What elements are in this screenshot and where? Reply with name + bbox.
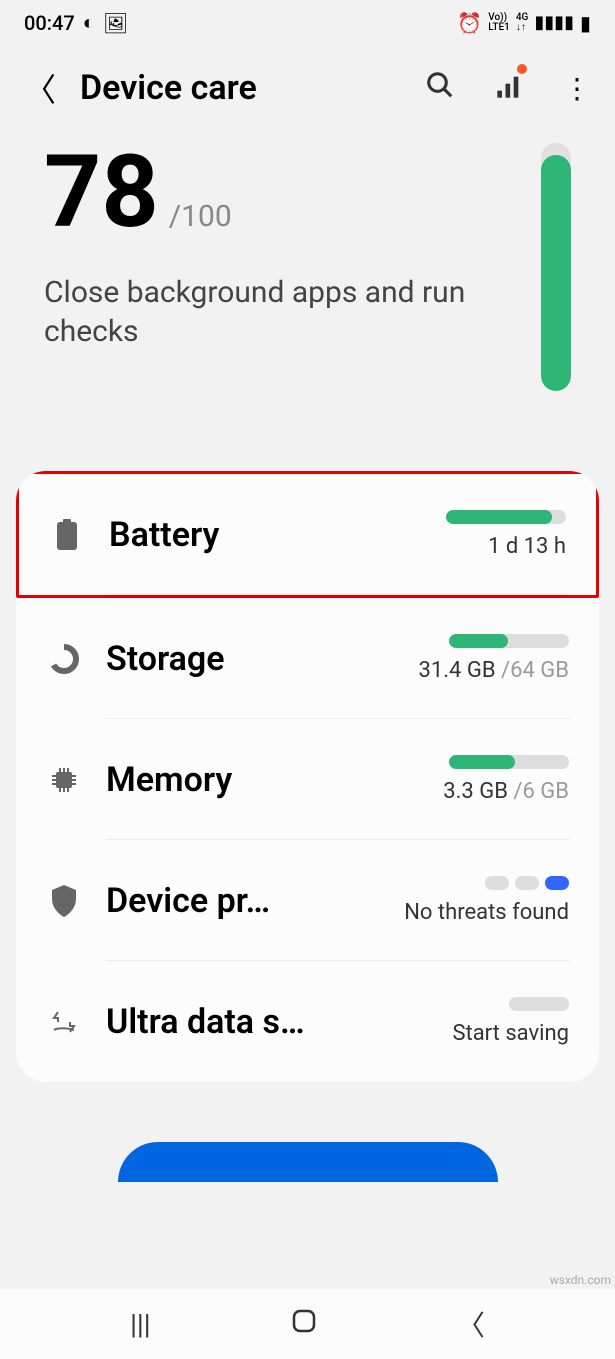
status-left: 00:47 ◐ 🖼: [24, 10, 128, 35]
clock-icon: ◐: [83, 10, 95, 35]
page-title: Device care: [80, 68, 401, 108]
app-bar: 〈 Device care ⋮: [0, 45, 615, 131]
shield-icon: [46, 883, 82, 919]
image-icon: 🖼: [103, 11, 128, 35]
home-button[interactable]: [291, 1308, 317, 1341]
search-icon[interactable]: [425, 70, 455, 107]
battery-right: 1 d 13 h: [386, 510, 566, 559]
nav-back-button[interactable]: 〈: [457, 1304, 485, 1344]
score-number: 78 /100: [44, 143, 541, 243]
security-dots: [485, 876, 569, 890]
score-value: 78: [44, 143, 159, 243]
ultradata-item[interactable]: Ultra data s… Start saving: [16, 961, 599, 1082]
ultradata-label: Ultra data s…: [106, 1002, 365, 1042]
nav-bar: ||| 〈: [0, 1289, 615, 1359]
score-hint: Close background apps and run checks: [44, 273, 541, 351]
alarm-icon: ⏰: [457, 11, 482, 35]
status-time: 00:47: [24, 11, 75, 35]
status-right: ⏰ Vo))LTE1 4G↓↑ ▮▮▮▮ ▮: [457, 11, 591, 35]
memory-value: 3.3 GB /6 GB: [443, 779, 569, 804]
ultradata-bar: [509, 997, 569, 1011]
battery-label: Battery: [109, 515, 362, 555]
memory-bar: [449, 755, 569, 769]
ultradata-status: Start saving: [452, 1021, 569, 1046]
storage-value: 31.4 GB /64 GB: [419, 658, 569, 683]
chart-icon[interactable]: [495, 72, 523, 104]
score-max: /100: [169, 199, 232, 234]
more-icon[interactable]: ⋮: [563, 72, 591, 105]
storage-right: 31.4 GB /64 GB: [389, 634, 569, 683]
memory-item[interactable]: Memory 3.3 GB /6 GB: [16, 719, 599, 840]
signal-icon: ▮▮▮▮: [534, 12, 574, 33]
ultradata-right: Start saving: [389, 997, 569, 1046]
memory-label: Memory: [106, 760, 365, 800]
storage-bar: [449, 634, 569, 648]
score-bar-fill: [541, 155, 571, 391]
battery-icon: [49, 517, 85, 553]
memory-icon: [46, 762, 82, 798]
back-icon[interactable]: 〈: [24, 65, 56, 111]
lte-label: LTE1: [488, 22, 510, 33]
notification-dot-icon: [517, 64, 527, 74]
status-bar: 00:47 ◐ 🖼 ⏰ Vo))LTE1 4G↓↑ ▮▮▮▮ ▮: [0, 0, 615, 45]
security-label: Device pr…: [106, 881, 365, 921]
storage-item[interactable]: Storage 31.4 GB /64 GB: [16, 598, 599, 719]
recents-button[interactable]: |||: [130, 1308, 151, 1341]
battery-value: 1 d 13 h: [488, 534, 566, 559]
memory-right: 3.3 GB /6 GB: [389, 755, 569, 804]
security-right: No threats found: [389, 876, 569, 925]
score-bar: [541, 143, 571, 391]
app-bar-actions: ⋮: [425, 70, 591, 107]
security-item[interactable]: Device pr… No threats found: [16, 840, 599, 961]
storage-icon: [46, 641, 82, 677]
score-section: 78 /100 Close background apps and run ch…: [0, 131, 615, 431]
device-care-list: Battery 1 d 13 h Storage 31.4 GB /64 GB …: [16, 471, 599, 1082]
network-label: 4G: [516, 12, 529, 23]
optimize-button[interactable]: [118, 1142, 498, 1182]
storage-label: Storage: [106, 639, 365, 679]
score-left: 78 /100 Close background apps and run ch…: [44, 143, 541, 351]
watermark: wsxdn.com: [550, 1273, 611, 1287]
battery-item[interactable]: Battery 1 d 13 h: [16, 471, 599, 598]
battery-bar: [446, 510, 566, 524]
security-status: No threats found: [404, 900, 569, 925]
data-saving-icon: [46, 1004, 82, 1040]
battery-status-icon: ▮: [580, 11, 591, 35]
